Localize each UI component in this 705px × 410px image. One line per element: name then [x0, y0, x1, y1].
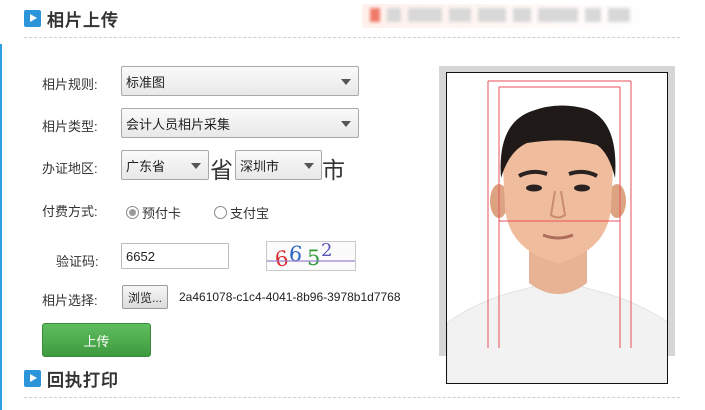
captcha-label: 验证码:	[56, 254, 99, 269]
upload-button[interactable]: 上传	[42, 323, 151, 357]
section-title-upload: 相片上传	[47, 11, 119, 31]
browse-button[interactable]: 浏览...	[122, 285, 169, 309]
chevron-down-icon	[341, 79, 351, 85]
section-divider	[24, 37, 680, 38]
portrait-photo	[447, 80, 667, 383]
photo-rule-label: 相片规则:	[42, 77, 98, 92]
photo-rule-select[interactable]: 标准图	[121, 66, 359, 96]
region-label: 办证地区:	[42, 161, 98, 176]
radio-unchecked-icon[interactable]	[214, 206, 227, 219]
city-value: 深圳市	[240, 158, 280, 174]
province-suffix: 省	[210, 158, 233, 184]
left-border-accent	[0, 44, 2, 410]
photo-type-select[interactable]: 会计人员相片采集	[121, 108, 359, 138]
play-arrow-icon	[24, 10, 41, 27]
radio-checked-icon[interactable]	[126, 206, 139, 219]
captcha-image[interactable]: 6 6 5 2	[266, 240, 356, 272]
file-select-label: 相片选择:	[42, 293, 98, 308]
province-value: 广东省	[126, 158, 166, 174]
city-suffix: 市	[322, 158, 345, 184]
pay-option-label: 预付卡	[142, 206, 182, 221]
play-arrow-icon	[24, 370, 41, 387]
photo-preview	[446, 72, 668, 384]
payment-label: 付费方式:	[42, 204, 98, 219]
pay-option-alipay[interactable]: 支付宝	[214, 203, 269, 222]
pay-option-prepaid[interactable]: 预付卡	[126, 203, 181, 222]
photo-type-value: 会计人员相片采集	[126, 116, 231, 132]
section-header-receipt: 回执打印	[24, 366, 119, 391]
chevron-down-icon	[304, 163, 314, 169]
section-title-receipt: 回执打印	[47, 371, 119, 391]
section-divider	[24, 397, 680, 398]
section-header-upload: 相片上传	[24, 6, 119, 31]
province-select[interactable]: 广东省	[121, 150, 209, 180]
photo-type-label: 相片类型:	[42, 119, 98, 134]
redacted-text	[370, 8, 630, 22]
city-select[interactable]: 深圳市	[235, 150, 322, 180]
selected-file-name: 2a461078-c1c4-4041-8b96-3978b1d7768	[179, 290, 401, 304]
chevron-down-icon	[341, 121, 351, 127]
pay-option-label: 支付宝	[230, 206, 270, 221]
captcha-input[interactable]	[121, 243, 229, 269]
chevron-down-icon	[191, 163, 201, 169]
photo-rule-value: 标准图	[126, 74, 166, 90]
